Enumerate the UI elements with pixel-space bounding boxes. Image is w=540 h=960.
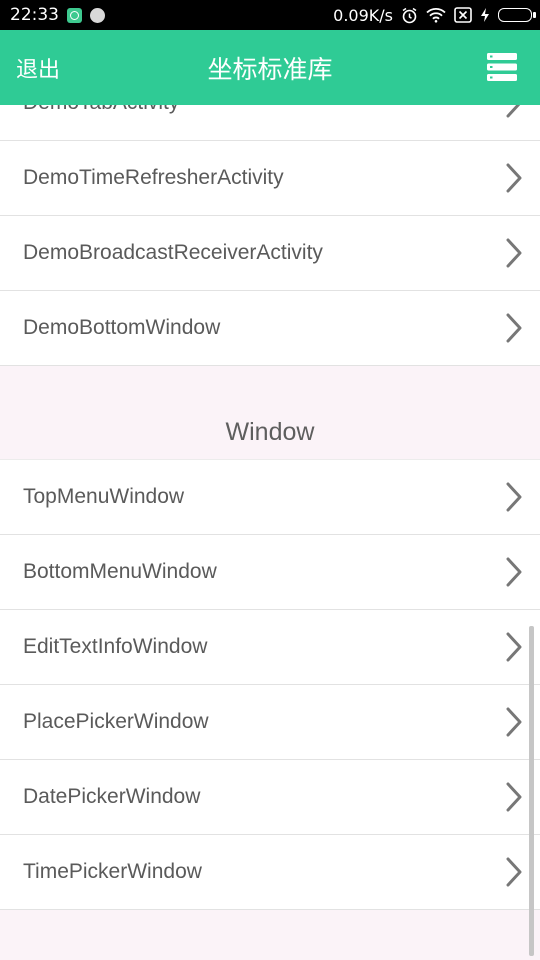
app-notification-icon: [67, 7, 82, 23]
list-menu-icon[interactable]: [486, 52, 518, 82]
list-item-label: DemoBottomWindow: [23, 316, 221, 339]
chevron-right-icon: [506, 707, 522, 737]
list-item-label: DemoBroadcastReceiverActivity: [23, 241, 323, 264]
scroll-list[interactable]: DemoTabActivity DemoTimeRefresherActivit…: [0, 66, 540, 910]
scrollbar[interactable]: [529, 626, 534, 956]
section-title: Window: [225, 418, 315, 446]
status-bar-right: 0.09K/s: [333, 5, 536, 25]
list-item[interactable]: BottomMenuWindow: [0, 535, 540, 610]
chevron-right-icon: [506, 482, 522, 512]
chevron-right-icon: [506, 313, 522, 343]
chevron-right-icon: [506, 238, 522, 268]
app-notification-icon: [90, 7, 105, 23]
list-item-label: DemoTimeRefresherActivity: [23, 166, 284, 189]
list-item-label: EditTextInfoWindow: [23, 635, 208, 658]
list-item[interactable]: DemoBroadcastReceiverActivity: [0, 216, 540, 291]
list-item-label: BottomMenuWindow: [23, 560, 217, 583]
chevron-right-icon: [506, 632, 522, 662]
list-item-label: TimePickerWindow: [23, 860, 202, 883]
list-item[interactable]: DemoTimeRefresherActivity: [0, 141, 540, 216]
clock: 22:33: [10, 5, 59, 25]
no-sim-icon: [454, 7, 472, 23]
wifi-icon: [426, 8, 446, 23]
chevron-right-icon: [506, 782, 522, 812]
chevron-right-icon: [506, 857, 522, 887]
list-item[interactable]: TopMenuWindow: [0, 460, 540, 535]
alarm-icon: [402, 7, 417, 23]
list-item[interactable]: DemoBottomWindow: [0, 291, 540, 366]
chevron-right-icon: [506, 163, 522, 193]
list-item[interactable]: DatePickerWindow: [0, 760, 540, 835]
list-item[interactable]: PlacePickerWindow: [0, 685, 540, 760]
list-item-label: DatePickerWindow: [23, 785, 201, 808]
list-item-label: TopMenuWindow: [23, 485, 185, 508]
status-bar: 22:33 0.09K/s: [0, 0, 540, 30]
battery-icon: [498, 8, 536, 22]
list-item-label: PlacePickerWindow: [23, 710, 209, 733]
charging-icon: [481, 8, 489, 22]
network-speed: 0.09K/s: [333, 5, 393, 25]
page-title: 坐标标准库: [207, 55, 333, 84]
screen: 22:33 0.09K/s DemoTabActivity DemoTimeRe…: [0, 0, 540, 960]
list-item[interactable]: EditTextInfoWindow: [0, 610, 540, 685]
status-bar-left: 22:33: [10, 5, 105, 25]
list-item[interactable]: TimePickerWindow: [0, 835, 540, 910]
app-bar: 退出 坐标标准库: [0, 30, 540, 105]
chevron-right-icon: [506, 557, 522, 587]
section-header-window: Window: [0, 366, 540, 460]
